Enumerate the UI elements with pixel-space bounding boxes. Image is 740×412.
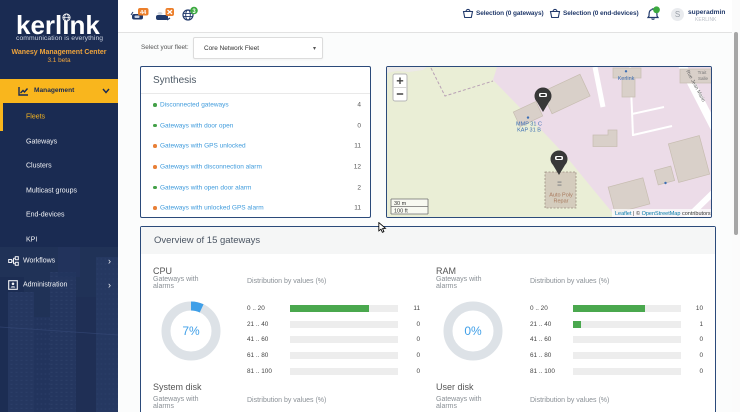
svg-text:44: 44	[140, 10, 147, 16]
svg-text:KAP 31 B: KAP 31 B	[517, 128, 541, 134]
svg-text:7%: 7%	[182, 324, 200, 338]
svg-text:Salle: Salle	[698, 76, 709, 81]
svg-text:30 m: 30 m	[394, 201, 407, 207]
svg-text:Kerlink: Kerlink	[618, 76, 635, 82]
svg-text:Leaflet | © OpenStreetMap cont: Leaflet | © OpenStreetMap contributors	[615, 210, 711, 217]
svg-text:0%: 0%	[464, 324, 482, 338]
svg-text:Trait: Trait	[698, 70, 708, 75]
svg-text:100 ft: 100 ft	[394, 209, 408, 215]
svg-text:Repar: Repar	[554, 199, 569, 205]
